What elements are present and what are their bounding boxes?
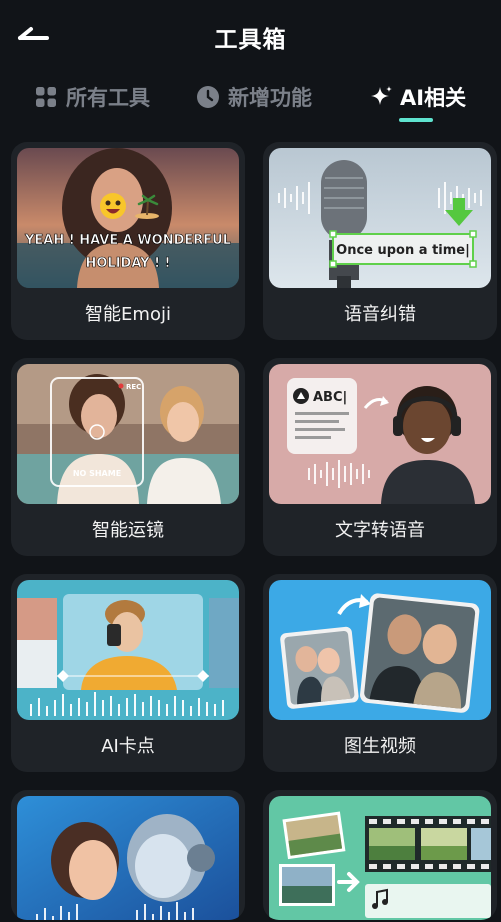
- tab-ai[interactable]: AI相关: [370, 80, 466, 114]
- tool-thumbnail: REC NO SHAME: [17, 364, 239, 504]
- tab-label: AI相关: [400, 86, 467, 110]
- sparkle-icon: [371, 86, 392, 105]
- tool-label: 语音纠错: [344, 304, 416, 325]
- tool-thumbnail: [17, 580, 239, 720]
- tts-caption: ABC|: [313, 390, 347, 405]
- tab-label: 新增功能: [228, 86, 312, 110]
- camera-caption: NO SHAME: [73, 469, 121, 478]
- tool-card-text-to-speech[interactable]: ABC| 文字转语音: [263, 358, 497, 556]
- tool-thumbnail: YEAH ! HAVE A WONDERFUL HOLIDAY ! !: [17, 148, 239, 288]
- tool-card-smart-emoji[interactable]: YEAH ! HAVE A WONDERFUL HOLIDAY ! ! 智能Em…: [11, 142, 245, 340]
- clock-icon: [197, 86, 219, 108]
- tool-card-speech-correction[interactable]: Once upon a time| 语音纠错: [263, 142, 497, 340]
- tool-card-ai-beat[interactable]: AI卡点: [11, 574, 245, 772]
- tool-card-image-to-video[interactable]: 图生视频: [263, 574, 497, 772]
- tool-label: 图生视频: [344, 736, 416, 757]
- emoji-caption-line1: YEAH ! HAVE A WONDERFUL: [24, 233, 231, 248]
- tab-bar: 所有工具 新增功能 AI相关: [0, 76, 501, 128]
- tool-label: 智能运镜: [92, 520, 164, 541]
- tool-card-ai-portrait[interactable]: [11, 790, 245, 920]
- tool-thumbnail: [269, 796, 491, 920]
- tool-thumbnail: [269, 580, 491, 720]
- tool-label: AI卡点: [101, 736, 155, 757]
- speech-caption: Once upon a time|: [336, 243, 470, 258]
- tab-label: 所有工具: [66, 86, 150, 110]
- active-tab-indicator: [399, 118, 433, 122]
- tab-all-tools[interactable]: 所有工具: [34, 80, 150, 114]
- tool-thumbnail: [17, 796, 239, 920]
- tool-thumbnail: ABC|: [269, 364, 491, 504]
- emoji-caption-line2: HOLIDAY ! !: [86, 256, 171, 271]
- grid-icon: [36, 87, 56, 107]
- header: 工具箱: [0, 0, 501, 70]
- tool-label: 文字转语音: [335, 520, 425, 541]
- tool-label: 智能Emoji: [85, 304, 171, 325]
- page-title: 工具箱: [214, 27, 287, 53]
- tab-new-features[interactable]: 新增功能: [196, 80, 312, 114]
- tool-card-ai-landscape[interactable]: [263, 790, 497, 920]
- tool-card-smart-camera[interactable]: REC NO SHAME 智能运镜: [11, 358, 245, 556]
- tool-thumbnail: Once upon a time|: [269, 148, 491, 288]
- rec-indicator: REC: [126, 383, 141, 391]
